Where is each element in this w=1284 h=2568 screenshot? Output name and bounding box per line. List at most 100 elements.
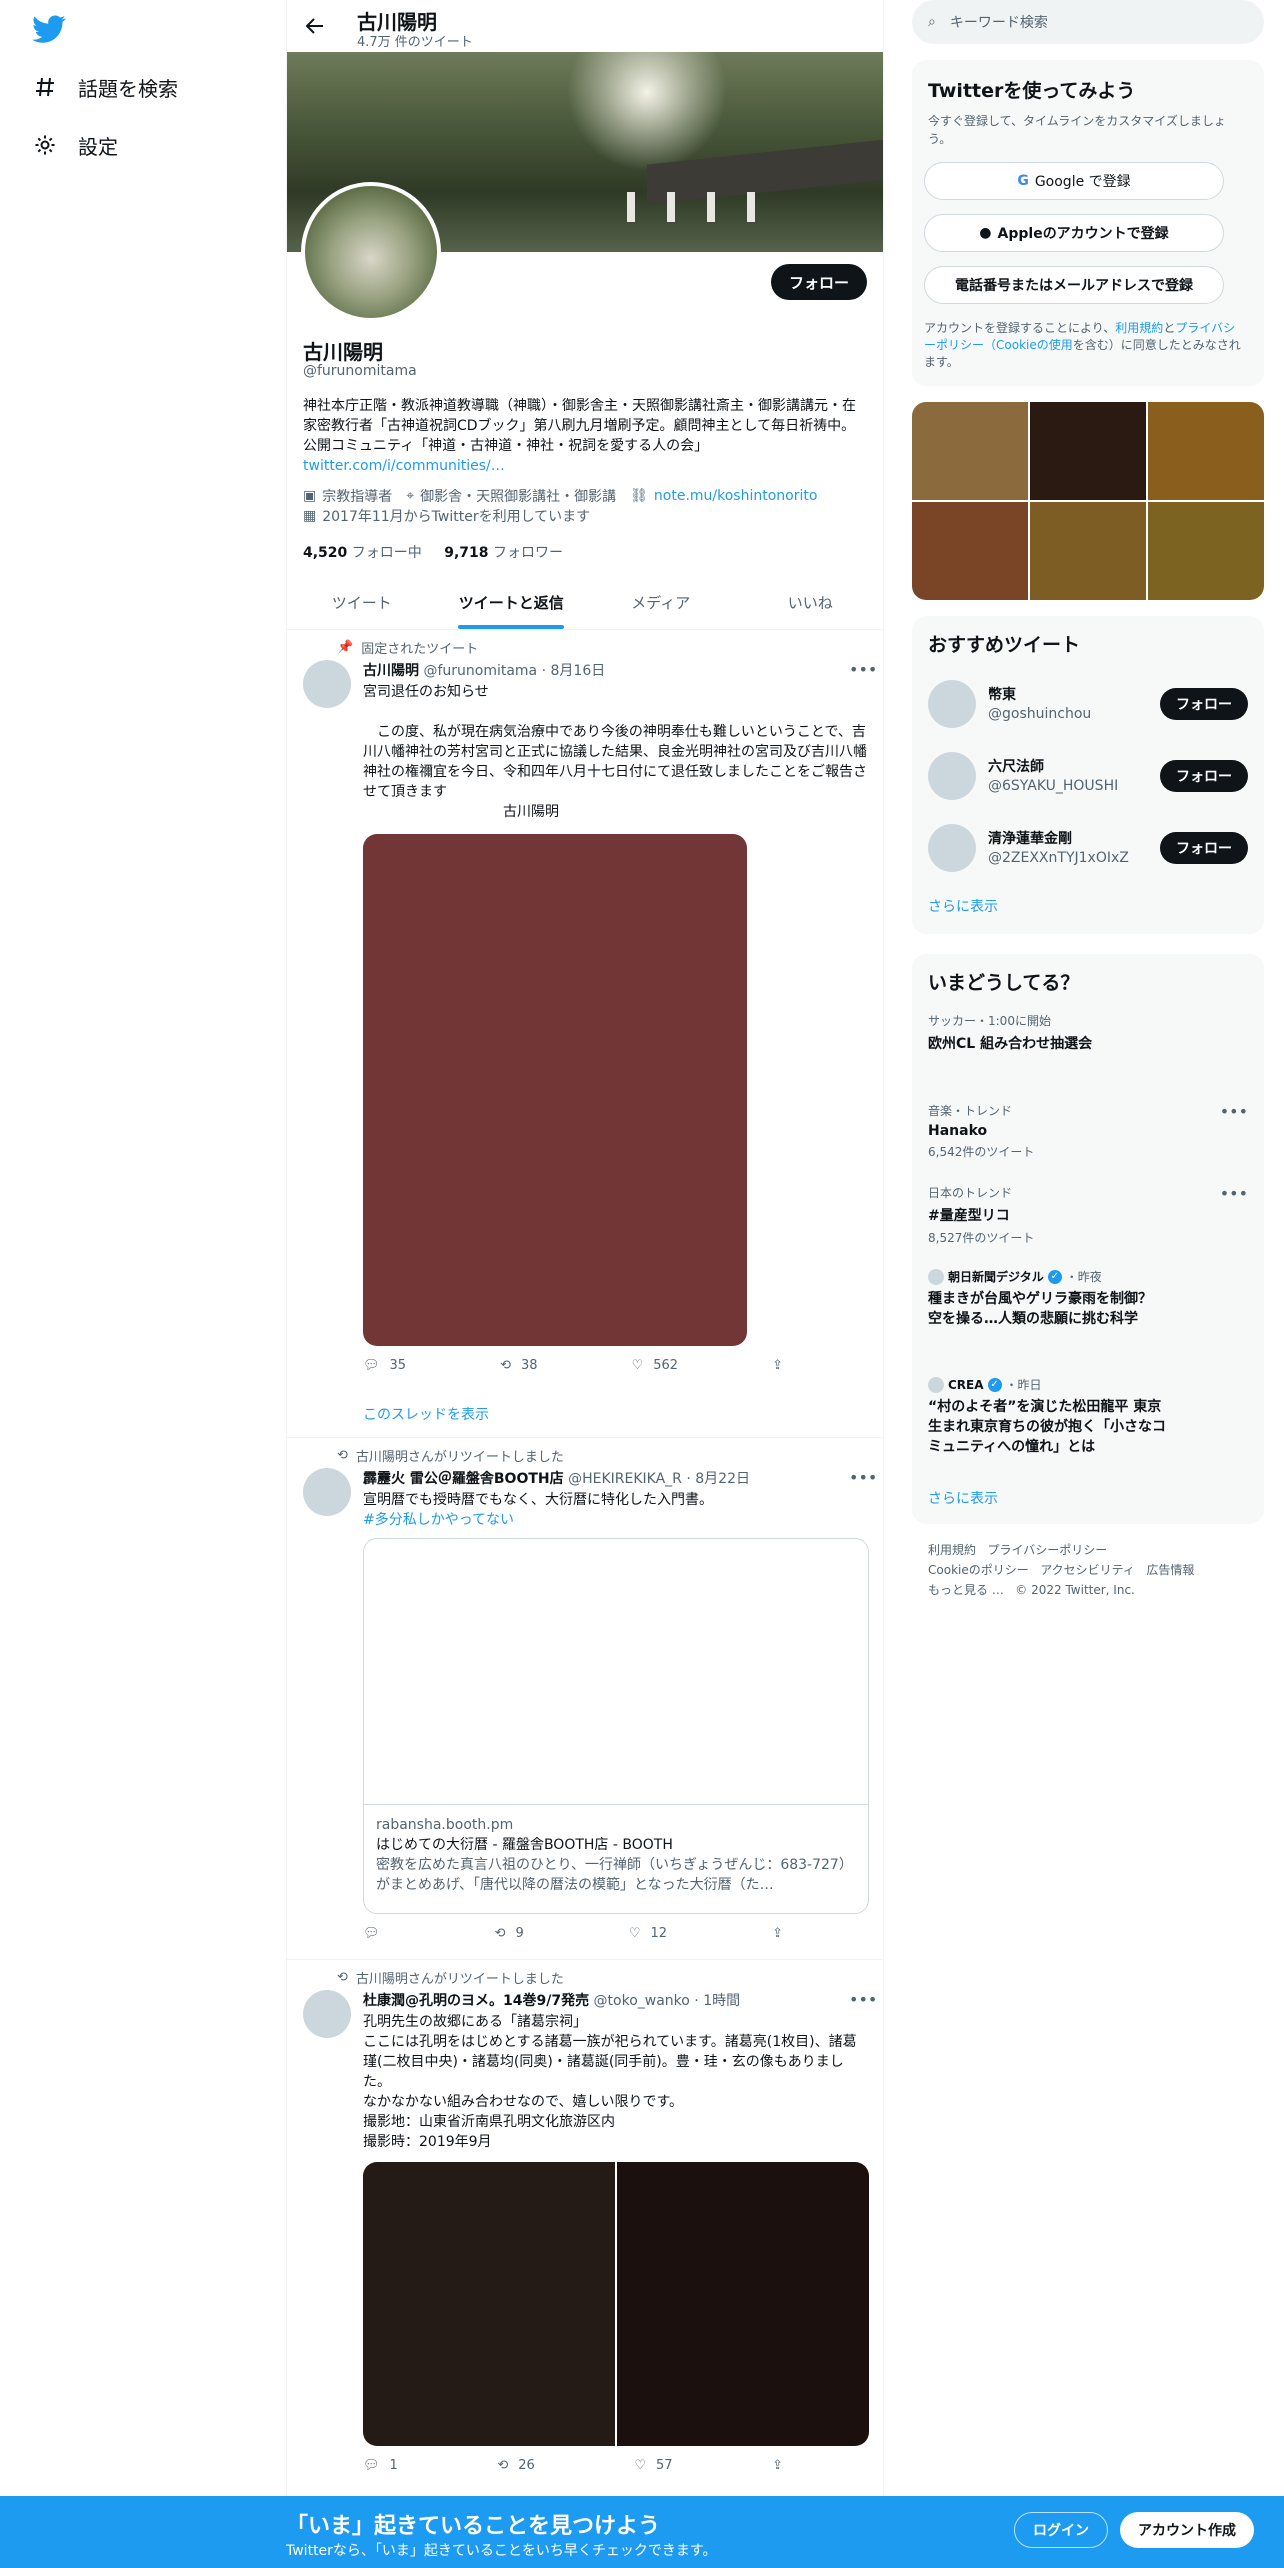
- signup-button[interactable]: アカウント作成: [1120, 2512, 1254, 2548]
- avatar[interactable]: [303, 1468, 351, 1516]
- tab-tweets[interactable]: ツイート: [287, 576, 437, 629]
- profile-joined: 2017年11月からTwitterを利用しています: [322, 509, 591, 525]
- trend-category: サッカー・1:00に開始: [928, 1014, 1051, 1028]
- search-box[interactable]: ⌕ キーワード検索: [912, 0, 1264, 44]
- like-button[interactable]: ♡ 562: [632, 1358, 678, 1373]
- more-options-icon[interactable]: •••: [849, 1468, 877, 1488]
- profile-column: 古川陽明 4.7万 件のツイート フォロー 古川陽明 @furunomitama…: [286, 0, 884, 2568]
- hashtag-link[interactable]: #多分私しかやってない: [363, 1512, 514, 1528]
- more-options-icon[interactable]: •••: [1220, 1184, 1248, 1203]
- reply-button[interactable]: 💬︎ 35: [363, 1358, 406, 1373]
- tweet-media[interactable]: [363, 834, 747, 1346]
- tweet-context: 📌 固定されたツイート: [337, 640, 479, 657]
- like-button[interactable]: ♡ 57: [634, 2458, 672, 2473]
- news-source: 朝日新聞デジタル: [948, 1270, 1044, 1284]
- following-link[interactable]: 4,520 フォロー中: [303, 545, 422, 561]
- show-thread-link[interactable]: このスレッドを表示: [363, 1404, 489, 1424]
- back-arrow-icon[interactable]: [303, 14, 327, 38]
- bottom-subtext: Twitterなら、「いま」起きていることをいち早くチェックできます。: [286, 2543, 717, 2559]
- bio-text: 神社本庁正階・教派神道教導職（神職）・御影舎主・天照御影講社斎主・御影講講元・在…: [303, 398, 856, 454]
- tweet-text: 宣明暦でも授時暦でもなく、大衍暦に特化した入門書。 #多分私しかやってない: [363, 1492, 713, 1528]
- avatar[interactable]: [303, 1990, 351, 2038]
- tab-tweets-and-replies[interactable]: ツイートと返信: [437, 576, 587, 629]
- retweet-button[interactable]: ⟲ 9: [495, 1926, 524, 1941]
- retweet-icon: ⟲: [494, 1926, 506, 1941]
- reply-button[interactable]: 💬︎ 1: [363, 2458, 398, 2473]
- media-thumb[interactable]: [912, 502, 1028, 600]
- tweet-context: ⟲ 古川陽明さんがリツイートしました: [337, 1448, 564, 1465]
- tweet-media[interactable]: [363, 2162, 615, 2446]
- tweet-author-name[interactable]: 古川陽明: [363, 663, 419, 679]
- bio-link[interactable]: twitter.com/i/communities/…: [303, 458, 505, 474]
- trend-category: 音楽・トレンド: [928, 1104, 1013, 1118]
- recommended-user[interactable]: 清浄蓮華金剛 @2ZEXXnTYJ1xOIxZ フォロー: [928, 818, 1248, 874]
- show-more-link[interactable]: さらに表示: [928, 1488, 998, 1508]
- phone-signup-button[interactable]: 電話番号またはメールアドレスで登録: [924, 266, 1224, 304]
- media-thumb[interactable]: [1148, 502, 1264, 600]
- nav-settings[interactable]: 設定: [32, 116, 118, 174]
- more-options-icon[interactable]: •••: [849, 660, 877, 680]
- bottom-signup-bar: 「いま」起きていることを見つけよう Twitterなら、「いま」起きていることを…: [0, 2496, 1284, 2568]
- footer-terms-link[interactable]: 利用規約: [928, 1543, 976, 1557]
- media-thumb[interactable]: [912, 402, 1028, 500]
- avatar[interactable]: [928, 680, 976, 728]
- trend-item[interactable]: サッカー・1:00に開始 欧州CL 組み合わせ抽選会: [928, 1012, 1248, 1053]
- terms-link[interactable]: 利用規約: [1115, 321, 1163, 335]
- twitter-logo-icon[interactable]: [32, 12, 66, 46]
- media-thumb[interactable]: [1030, 502, 1146, 600]
- news-item[interactable]: 朝日新聞デジタル ✓ ・昨夜 種まきが台風やゲリラ豪雨を制御？ 空を操る…人類の悲願…: [928, 1268, 1168, 1329]
- tweet-author-name[interactable]: 杜康潤@孔明のヨメ。14巻9/7発売: [363, 1993, 589, 2009]
- footer-accessibility-link[interactable]: アクセシビリティ: [1040, 1563, 1135, 1577]
- media-thumb[interactable]: [1030, 402, 1146, 500]
- share-button[interactable]: ⇪: [772, 2458, 783, 2473]
- footer-cookie-link[interactable]: Cookieのポリシー: [928, 1563, 1029, 1577]
- retweet-button[interactable]: ⟲ 26: [497, 2458, 534, 2473]
- tweet-retweeted[interactable]: ⟲ 古川陽明さんがリツイートしました 杜康潤@孔明のヨメ。14巻9/7発売 @to…: [287, 1960, 883, 2500]
- retweet-button[interactable]: ⟲ 38: [500, 1358, 537, 1373]
- share-icon: ⇪: [772, 1926, 783, 1941]
- avatar[interactable]: [928, 824, 976, 872]
- trend-item[interactable]: ••• 日本のトレンド #量産型リコ 8,527件のツイート: [928, 1184, 1248, 1246]
- tweet-retweeted[interactable]: ⟲ 古川陽明さんがリツイートしました 霹靂火 雷公＠羅盤舎BOOTH店 @HEKI…: [287, 1438, 883, 1960]
- recommended-user[interactable]: 幣東 @goshuinchou フォロー: [928, 674, 1248, 730]
- login-button[interactable]: ログイン: [1014, 2512, 1108, 2548]
- avatar[interactable]: [303, 660, 351, 708]
- tweet-pinned[interactable]: 📌 固定されたツイート 古川陽明 @furunomitama · 8月16日 ••…: [287, 630, 883, 1438]
- link-card[interactable]: rabansha.booth.pm はじめての大衍暦 - 羅盤舎BOOTH店 -…: [363, 1538, 869, 1914]
- like-button[interactable]: ♡ 12: [629, 1926, 667, 1941]
- tweet-header: 霹靂火 雷公＠羅盤舎BOOTH店 @HEKIREKIKA_R · 8月22日: [363, 1471, 750, 1487]
- profile-avatar[interactable]: [301, 182, 441, 322]
- tab-likes[interactable]: いいね: [736, 576, 884, 629]
- apple-signup-button[interactable]: ● Appleのアカウントで登録: [924, 214, 1224, 252]
- nav-explore[interactable]: 話題を検索: [32, 58, 178, 116]
- header-tweet-count: 4.7万 件のツイート: [357, 35, 473, 50]
- share-button[interactable]: ⇪: [772, 1926, 783, 1941]
- follow-button[interactable]: フォロー: [770, 264, 867, 300]
- follow-button[interactable]: フォロー: [1160, 688, 1248, 720]
- recommended-user[interactable]: 六尺法師 @6SYAKU_HOUSHI フォロー: [928, 746, 1248, 802]
- more-options-icon[interactable]: •••: [1220, 1102, 1248, 1121]
- profile-meta: ▣ 宗教指導者 ⌖ 御影舎・天照御影講社・御影講 ⛓ note.mu/koshi…: [303, 486, 817, 506]
- user-name: 六尺法師: [988, 759, 1044, 775]
- share-button[interactable]: ⇪: [772, 1358, 783, 1373]
- footer-privacy-link[interactable]: プライバシーポリシー: [987, 1543, 1107, 1557]
- trend-item[interactable]: ••• 音楽・トレンド Hanako 6,542件のツイート: [928, 1102, 1248, 1160]
- media-thumb[interactable]: [1148, 402, 1264, 500]
- trend-title: #量産型リコ: [928, 1208, 1010, 1224]
- news-item[interactable]: CREA ✓ ・昨日 “村のよそ者”を演じた松田龍平 東京生まれ東京育ちの彼が抱く「…: [928, 1376, 1168, 1457]
- followers-link[interactable]: 9,718 フォロワー: [444, 545, 563, 561]
- footer-ads-link[interactable]: 広告情報: [1146, 1563, 1194, 1577]
- avatar[interactable]: [928, 752, 976, 800]
- follow-button[interactable]: フォロー: [1160, 832, 1248, 864]
- footer-more-link[interactable]: もっと見る …: [928, 1583, 1004, 1597]
- google-signup-button[interactable]: G Google で登録: [924, 162, 1224, 200]
- profile-url[interactable]: note.mu/koshintonorito: [654, 488, 818, 504]
- follow-button[interactable]: フォロー: [1160, 760, 1248, 792]
- more-options-icon[interactable]: •••: [849, 1990, 877, 2010]
- show-more-link[interactable]: さらに表示: [928, 896, 998, 916]
- signup-box: Twitterを使ってみよう 今すぐ登録して、タイムラインをカスタマイズしましょ…: [912, 60, 1264, 386]
- tweet-media[interactable]: [617, 2162, 869, 2446]
- tweet-author-name[interactable]: 霹靂火 雷公＠羅盤舎BOOTH店: [363, 1471, 564, 1487]
- reply-button[interactable]: 💬︎: [363, 1926, 390, 1941]
- tab-media[interactable]: メディア: [586, 576, 736, 629]
